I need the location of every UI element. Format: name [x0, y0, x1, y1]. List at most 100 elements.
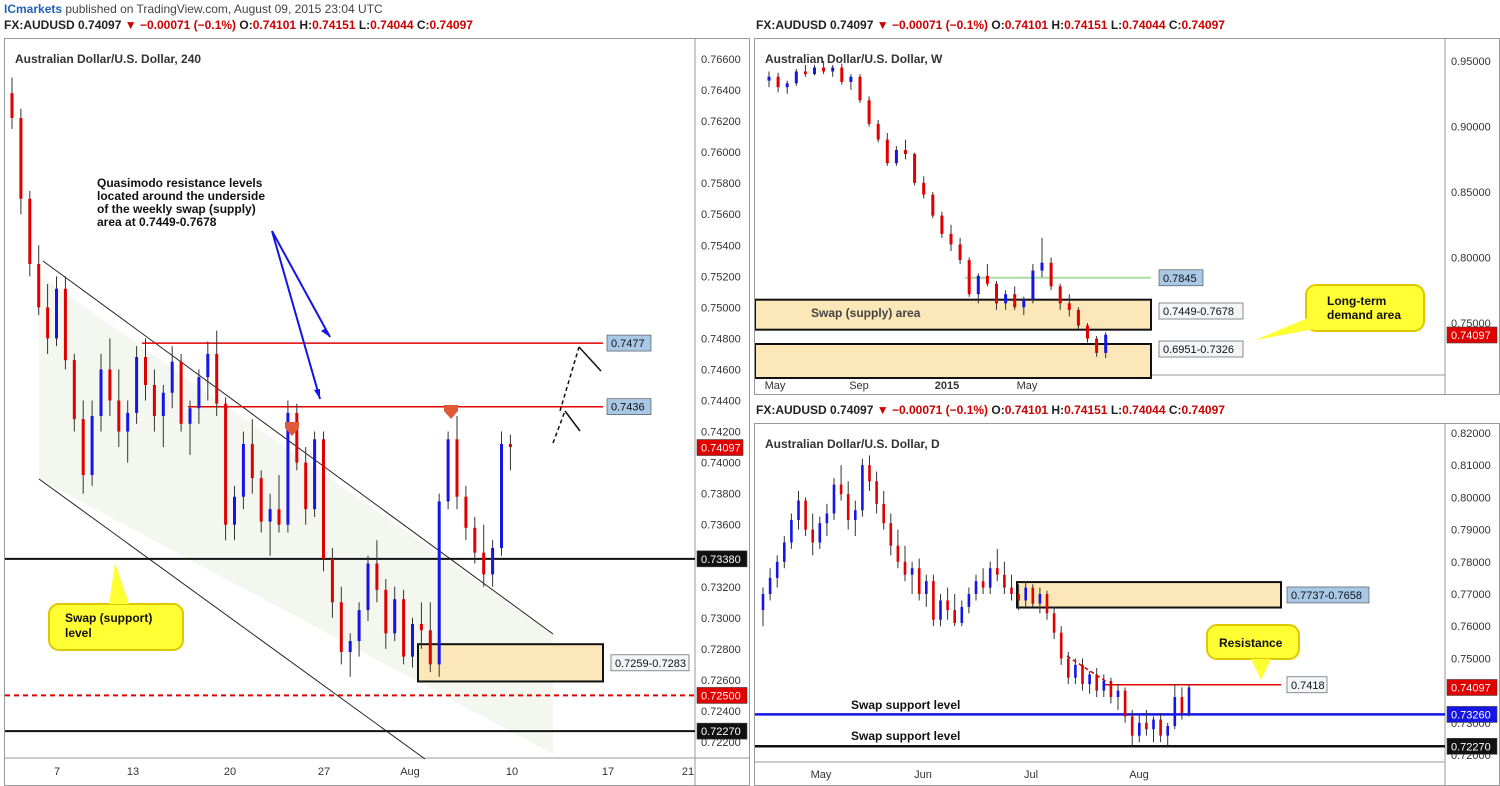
weekly-candle — [958, 244, 962, 261]
y-tick-label: 0.80000 — [1451, 492, 1491, 504]
h4-candle — [259, 478, 263, 522]
quasimodo-note: Quasimodo resistance levels located aroun… — [97, 176, 265, 229]
publisher-name[interactable]: ICmarkets — [4, 2, 62, 16]
y-tick-label: 0.74800 — [701, 333, 741, 345]
h4-candle — [46, 307, 50, 339]
y-tick-label: 0.72400 — [701, 706, 741, 718]
x-tick-label: Sep — [849, 380, 869, 392]
projection-path — [552, 346, 580, 444]
x-tick-label: 20 — [224, 766, 236, 778]
change-label: ▼ −0.00071 (−0.1%) — [876, 403, 989, 417]
h4-candle — [224, 403, 228, 525]
weekly-candle — [985, 275, 989, 284]
x-tick-label: Jul — [1024, 769, 1038, 781]
panel-weekly-chart[interactable]: 0.95000 0.90000 0.85000 0.80000 0.75000 May Se… — [754, 38, 1500, 395]
chart-title: Australian Dollar/U.S. Dollar, D — [765, 437, 940, 451]
support-tag: 0.72270 — [701, 726, 741, 738]
projection-path — [564, 346, 602, 432]
panel-h4-chart[interactable]: 0.76600 0.76400 0.76200 0.76000 0.75800 0.756… — [4, 38, 750, 786]
x-tick-label: 10 — [506, 766, 518, 778]
green-level-tag: 0.7845 — [1163, 273, 1197, 285]
y-tick-label: 0.75000 — [701, 302, 741, 314]
h4-candle — [28, 198, 32, 264]
h4-candle — [197, 377, 201, 409]
daily-candle — [1187, 687, 1191, 714]
h4-candle — [179, 361, 183, 424]
weekly-candle — [876, 123, 880, 140]
close-value: 0.74097 — [1181, 18, 1225, 32]
low-value: 0.74044 — [1122, 403, 1166, 417]
y-tick-label: 0.82000 — [1451, 428, 1491, 440]
x-tick-label: Aug — [1129, 769, 1149, 781]
quote-header-weekly: FX:AUDUSD 0.74097 ▼ −0.00071 (−0.1%) O:0… — [756, 18, 1225, 32]
trend-line-dashed — [1066, 655, 1108, 683]
change-label: ▼ −0.00071 (−0.1%) — [124, 18, 237, 32]
weekly-candle — [1104, 334, 1108, 353]
high-value: 0.74151 — [1064, 18, 1108, 32]
daily-candle — [1109, 680, 1113, 698]
weekly-candle — [967, 260, 971, 295]
close-value: 0.74097 — [1181, 403, 1225, 417]
h4-candle — [233, 496, 236, 525]
h4-candle — [188, 408, 192, 424]
h4-candle — [446, 439, 450, 502]
daily-candle — [818, 523, 822, 543]
weekly-candle — [767, 76, 771, 81]
publisher-bar: ICmarkets published on TradingView.com, … — [0, 0, 1500, 20]
y-tick-label: 0.75200 — [701, 271, 741, 283]
daily-candle — [1116, 690, 1120, 698]
x-tick-label: 2015 — [935, 380, 959, 392]
daily-candle — [1152, 719, 1155, 730]
weekly-candle — [849, 76, 853, 82]
daily-candle — [910, 568, 914, 575]
y-tick-label: 0.73800 — [701, 489, 741, 501]
daily-candle — [974, 581, 978, 594]
daily-candle — [889, 523, 893, 546]
weekly-candle — [913, 154, 917, 183]
y-tick-label: 0.77000 — [1451, 589, 1491, 601]
weekly-candle — [1076, 309, 1080, 326]
last-price: 0.74097 — [830, 18, 874, 32]
daily-candle — [854, 510, 857, 520]
daily-candle — [960, 606, 964, 623]
x-tick-label: May — [765, 380, 786, 392]
supply-zone-label: Swap (supply) area — [811, 306, 921, 320]
last-price-tag: 0.74097 — [1451, 330, 1491, 342]
x-tick-label: May — [1017, 380, 1038, 392]
zone-tag: 0.7737-0.7658 — [1291, 590, 1362, 602]
h4-candle — [304, 462, 308, 510]
h4-candle — [402, 599, 406, 657]
demand-zone — [417, 643, 604, 683]
daily-candle — [996, 568, 999, 575]
weekly-candle — [1013, 294, 1017, 308]
y-tick-label: 0.76000 — [1451, 621, 1491, 633]
x-tick-label: Aug — [400, 766, 420, 778]
h4-candle — [144, 357, 147, 385]
daily-chart-svg[interactable]: 0.82000 0.81000 0.80000 0.79000 0.78000 0.770… — [755, 424, 1499, 785]
weekly-candle — [904, 150, 907, 155]
symbol-label: FX:AUDUSD — [756, 403, 827, 417]
h4-candle — [19, 117, 23, 199]
daily-candle — [797, 500, 800, 520]
weekly-chart-svg[interactable]: 0.950000.900000.850000.800000.75000May Se… — [755, 39, 1499, 394]
h4-candle — [357, 610, 361, 642]
callout-text: Resistance — [1219, 636, 1283, 650]
daily-candle — [1038, 594, 1042, 604]
close-value: 0.74097 — [429, 18, 473, 32]
weekly-candle — [922, 182, 926, 195]
daily-candle — [1074, 664, 1077, 678]
pointer-arrow — [271, 230, 321, 400]
weekly-candle — [995, 283, 998, 304]
x-tick-label: 17 — [602, 766, 614, 778]
change-label: ▼ −0.00071 (−0.1%) — [876, 18, 989, 32]
h4-candle — [268, 509, 272, 522]
h4-candle — [215, 353, 219, 404]
callout-pointer — [109, 563, 129, 604]
panel-daily-chart[interactable]: 0.82000 0.81000 0.80000 0.79000 0.78000 0.770… — [754, 423, 1500, 786]
y-tick-label: 0.74600 — [701, 364, 741, 376]
low-value: 0.74044 — [1122, 18, 1166, 32]
daily-candle — [832, 484, 836, 514]
y-tick-label: 0.74200 — [701, 427, 741, 439]
daily-candle — [896, 545, 900, 562]
h4-chart-svg[interactable]: 0.76600 0.76400 0.76200 0.76000 0.75800 0.756… — [5, 39, 749, 785]
